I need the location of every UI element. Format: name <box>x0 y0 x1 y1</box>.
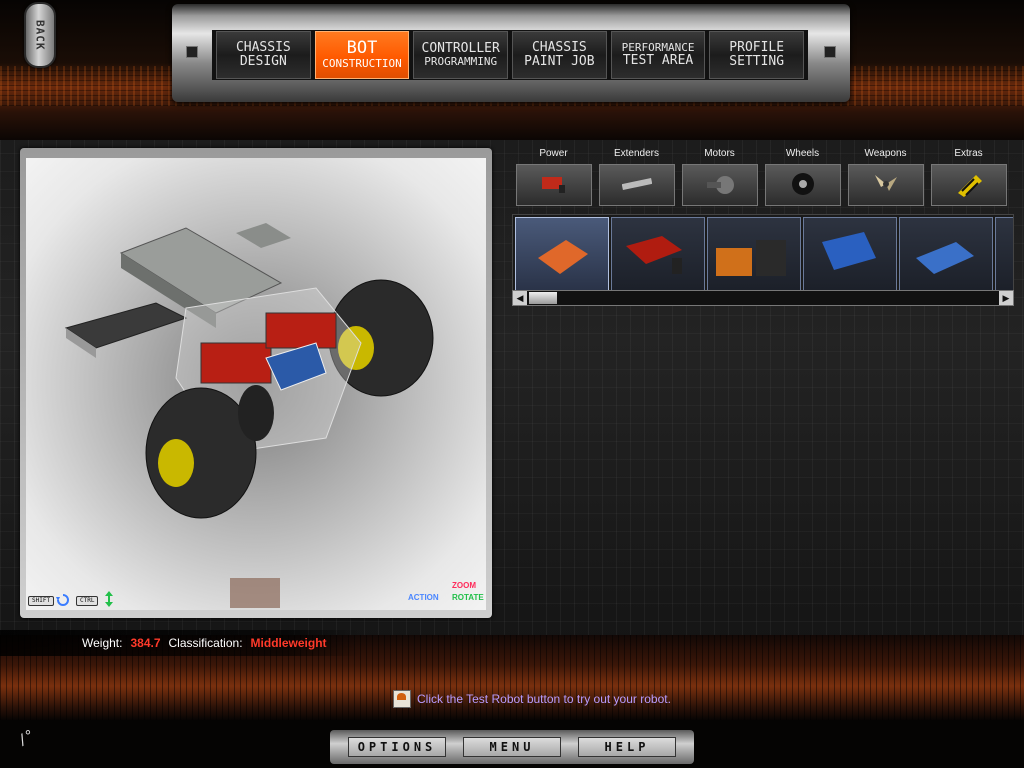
part-list <box>512 214 1014 292</box>
tip-text: Click the Test Robot button to try out y… <box>417 692 671 706</box>
category-image <box>765 164 841 206</box>
extender-bar-icon <box>622 177 652 191</box>
extras-icon <box>958 175 982 197</box>
rotate-hint: ROTATE <box>452 593 484 602</box>
tab-label-line2: DESIGN <box>239 54 287 69</box>
battery-cells-icon <box>716 240 786 276</box>
tab-label-line2: TEST AREA <box>622 52 694 68</box>
scroll-right-icon[interactable]: ▶ <box>999 291 1013 305</box>
tab-label-line1: CHASSIS <box>531 40 587 56</box>
battery-icon <box>542 177 565 193</box>
scroll-thumb[interactable] <box>529 292 557 304</box>
category-label: Motors <box>704 148 735 159</box>
tab-chassis-paint-job[interactable]: CHASSIS PAINT JOB <box>512 31 607 79</box>
nav-tab-strip: CHASSIS DESIGN BOT CONSTRUCTION CONTROLL… <box>212 30 808 80</box>
tips-icon <box>393 690 411 708</box>
shift-key-hint: SHIFT <box>28 596 55 606</box>
ctrl-key-hint: CTRL <box>76 596 99 606</box>
wheel-icon <box>792 173 814 195</box>
tab-label-line1: CHASSIS <box>235 40 291 56</box>
category-image <box>931 164 1007 206</box>
battery-pack-icon <box>538 240 588 274</box>
rotate-icon <box>56 594 69 606</box>
help-button[interactable]: HELP <box>578 737 676 757</box>
classification-value: Middleweight <box>250 636 327 650</box>
back-button[interactable]: BACK <box>24 2 56 68</box>
selected-part-thumbnail <box>230 578 280 608</box>
robot-viewport-frame: SHIFT CTRL ACTION ZOOM ROTATE <box>20 148 492 618</box>
tab-label-line2: PAINT JOB <box>524 54 595 69</box>
spinner-weapon-icon <box>875 175 897 191</box>
category-wheels[interactable]: Wheels <box>761 146 844 210</box>
motor-icon <box>707 176 734 194</box>
category-motors[interactable]: Motors <box>678 146 761 210</box>
category-image <box>599 164 675 206</box>
weight-value: 384.7 <box>130 636 161 650</box>
robot-viewport[interactable] <box>26 158 486 610</box>
main-nav: CHASSIS DESIGN BOT CONSTRUCTION CONTROLL… <box>172 4 850 102</box>
part-category-strip: Power Extenders Motors Wheels Weapons Ex… <box>512 146 1012 210</box>
scroll-left-icon[interactable]: ◀ <box>513 291 527 305</box>
part-item[interactable] <box>611 217 705 291</box>
options-button[interactable]: OPTIONS <box>348 737 446 757</box>
action-hint: ACTION <box>408 593 439 602</box>
part-item[interactable] <box>707 217 801 291</box>
weight-label: Weight: <box>82 636 123 650</box>
battery-module-icon <box>916 242 974 274</box>
tab-bot-construction[interactable]: BOT CONSTRUCTION <box>314 31 410 79</box>
power-cell-icon <box>822 232 876 270</box>
category-power[interactable]: Power <box>512 146 595 210</box>
tab-performance-test-area[interactable]: PERFORMANCE TEST AREA <box>610 31 706 79</box>
tip-bar: Click the Test Robot button to try out y… <box>393 690 671 708</box>
category-label: Extras <box>954 148 983 159</box>
tab-label-line1: PROFILE <box>729 40 785 56</box>
tab-label-line2: PROGRAMMING <box>424 55 498 69</box>
stats-row: Weight: 384.7 Classification: Middleweig… <box>0 630 360 656</box>
category-label: Wheels <box>785 148 820 159</box>
category-label: Weapons <box>864 148 907 159</box>
tab-label-line1: CONTROLLER <box>421 41 500 57</box>
part-item[interactable] <box>995 217 1013 291</box>
bottom-menu: OPTIONS MENU HELP <box>330 730 694 764</box>
category-extras[interactable]: Extras <box>927 146 1010 210</box>
battery-icon <box>626 236 682 274</box>
nav-rivet <box>186 46 198 58</box>
category-label: Power <box>539 148 568 159</box>
zoom-hint: ZOOM <box>452 581 476 590</box>
menu-button[interactable]: MENU <box>463 737 561 757</box>
category-extenders[interactable]: Extenders <box>595 146 678 210</box>
category-image <box>516 164 592 206</box>
category-label: Extenders <box>613 148 660 159</box>
move-vertical-icon <box>105 591 113 607</box>
tab-label-line1: BOT <box>346 38 378 59</box>
classification-label: Classification: <box>168 636 243 650</box>
category-image <box>848 164 924 206</box>
category-weapons[interactable]: Weapons <box>844 146 927 210</box>
part-item[interactable] <box>803 217 897 291</box>
tab-label-line2: SETTING <box>729 54 785 69</box>
back-label: BACK <box>33 19 47 51</box>
robot-model[interactable] <box>26 158 486 610</box>
nav-rivet <box>824 46 836 58</box>
part-list-scrollbar[interactable]: ◀ ▶ <box>512 290 1014 306</box>
category-image <box>682 164 758 206</box>
part-item[interactable] <box>899 217 993 291</box>
part-item[interactable] <box>515 217 609 291</box>
tab-chassis-design[interactable]: CHASSIS DESIGN <box>216 31 311 79</box>
tab-label-line2: CONSTRUCTION <box>322 57 402 71</box>
tab-profile-setting[interactable]: PROFILE SETTING <box>709 31 805 79</box>
tab-controller-programming[interactable]: CONTROLLER PROGRAMMING <box>413 31 509 79</box>
